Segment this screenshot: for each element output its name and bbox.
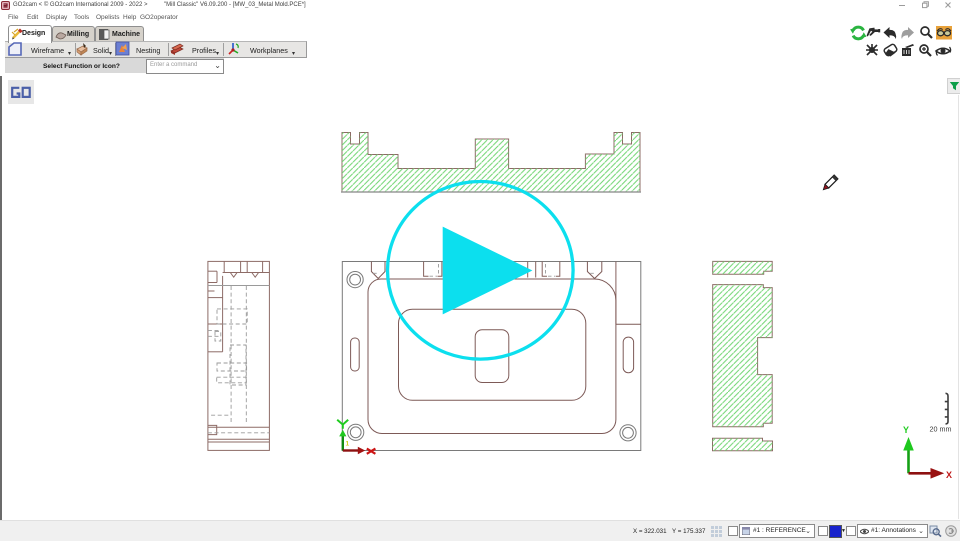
svg-text:20 mm: 20 mm — [930, 425, 952, 434]
svg-text:Y: Y — [903, 425, 909, 435]
svg-text:1: 1 — [346, 441, 350, 448]
svg-text:X: X — [946, 470, 952, 480]
